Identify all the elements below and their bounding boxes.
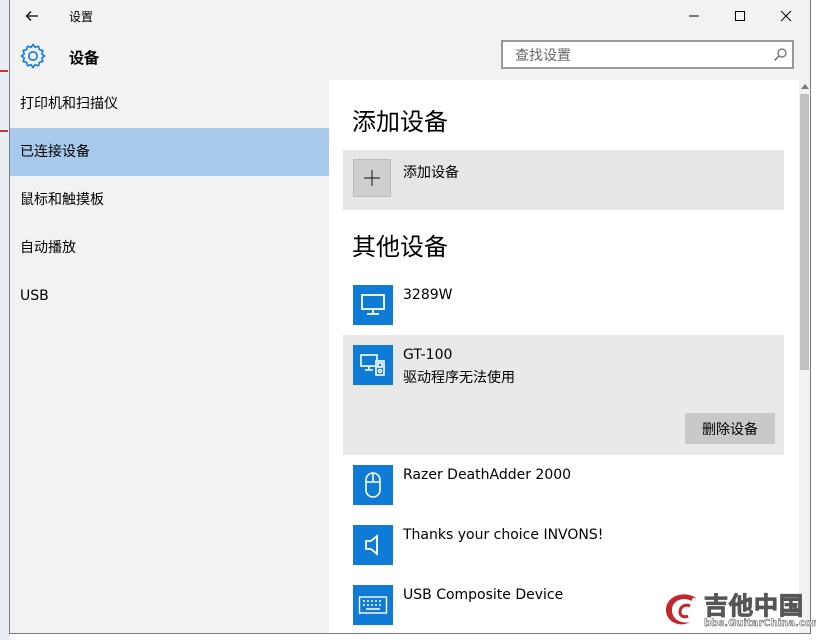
background-mark <box>0 130 8 132</box>
main-content: 添加设备 添加设备 其他设备 3289W GT-100 驱动程序无法使用 删除设… <box>329 80 799 633</box>
sidebar-item-connected-devices[interactable]: 已连接设备 <box>10 128 329 176</box>
add-device-button[interactable]: 添加设备 <box>343 150 784 210</box>
maximize-button[interactable] <box>717 0 763 32</box>
close-icon <box>780 10 792 22</box>
speaker-icon <box>353 525 393 565</box>
mouse-icon <box>353 465 393 505</box>
device-item-invons[interactable]: Thanks your choice INVONS! <box>343 515 784 575</box>
scrollbar-thumb[interactable] <box>800 94 809 370</box>
add-device-label: 添加设备 <box>403 165 459 181</box>
device-name: USB Composite Device <box>403 587 564 603</box>
sidebar-item-label: 打印机和扫描仪 <box>20 96 118 112</box>
scrollbar[interactable] <box>799 80 810 633</box>
sidebar: 打印机和扫描仪 已连接设备 鼠标和触摸板 自动播放 USB <box>10 80 329 633</box>
window-title: 设置 <box>69 10 94 24</box>
back-arrow-icon <box>25 11 38 21</box>
sidebar-item-label: USB <box>20 288 49 304</box>
device-status: 驱动程序无法使用 <box>403 370 515 386</box>
close-button[interactable] <box>763 0 809 32</box>
device-name: Razer DeathAdder 2000 <box>403 467 572 483</box>
search-input[interactable] <box>513 46 757 66</box>
plus-icon <box>353 159 391 197</box>
sidebar-item-label: 自动播放 <box>20 240 76 256</box>
device-item-razer-deathadder[interactable]: Razer DeathAdder 2000 <box>343 455 784 515</box>
device-item-3289w[interactable]: 3289W <box>343 275 784 335</box>
sidebar-item-printers-scanners[interactable]: 打印机和扫描仪 <box>10 80 329 128</box>
maximize-icon <box>735 11 745 21</box>
scroll-up-arrow-icon[interactable] <box>800 80 809 92</box>
title-bar: 设置 <box>10 0 810 32</box>
multimedia-device-icon <box>353 345 393 385</box>
sidebar-item-label: 鼠标和触摸板 <box>20 192 104 208</box>
remove-device-button[interactable]: 删除设备 <box>685 413 775 444</box>
search-box[interactable] <box>501 40 794 69</box>
minimize-icon <box>689 15 699 17</box>
watermark-url: bbs.GuitarChina.com <box>704 618 816 629</box>
section-title-add-devices: 添加设备 <box>352 108 448 136</box>
page-title: 设备 <box>69 49 100 67</box>
sidebar-item-autoplay[interactable]: 自动播放 <box>10 224 329 272</box>
back-button[interactable] <box>20 4 44 28</box>
dragon-logo-icon <box>666 594 696 625</box>
sidebar-item-usb[interactable]: USB <box>10 272 329 320</box>
search-icon[interactable] <box>772 47 788 63</box>
background-mark <box>0 70 8 72</box>
page-header: 设备 <box>10 32 810 80</box>
device-item-gt-100[interactable]: GT-100 驱动程序无法使用 删除设备 <box>343 335 784 455</box>
device-name: 3289W <box>403 287 453 303</box>
watermark: 吉他中国 bbs.GuitarChina.com <box>660 586 816 636</box>
keyboard-icon <box>353 585 393 625</box>
sidebar-item-mouse-touchpad[interactable]: 鼠标和触摸板 <box>10 176 329 224</box>
sidebar-item-label: 已连接设备 <box>20 144 90 160</box>
watermark-text: 吉他中国 <box>704 592 804 621</box>
section-title-other-devices: 其他设备 <box>352 233 448 261</box>
device-name: GT-100 <box>403 347 453 363</box>
minimize-button[interactable] <box>671 0 717 32</box>
gear-icon <box>20 43 46 69</box>
settings-window: 设置 设备 打印机和扫描仪 <box>9 0 811 634</box>
device-name: Thanks your choice INVONS! <box>403 527 604 543</box>
monitor-icon <box>353 285 393 325</box>
